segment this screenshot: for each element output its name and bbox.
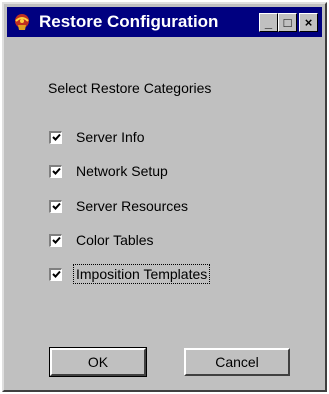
- checkbox[interactable]: [49, 164, 62, 178]
- checkbox-label[interactable]: Imposition Templates: [72, 264, 211, 284]
- checkbox-server-info[interactable]: Server Info: [49, 128, 146, 146]
- app-icon: [11, 11, 33, 33]
- section-label: Select Restore Categories: [48, 80, 212, 96]
- restore-configuration-window: Restore Configuration _ □ × Select Resto…: [2, 2, 327, 392]
- maximize-button[interactable]: □: [278, 12, 297, 32]
- title-bar-buttons: _ □ ×: [259, 12, 318, 32]
- checkbox-imposition-templates[interactable]: Imposition Templates: [49, 264, 211, 284]
- checkbox-network-setup[interactable]: Network Setup: [49, 162, 170, 180]
- checkmark-icon: [51, 236, 61, 244]
- checkmark-icon: [51, 202, 61, 210]
- window-title: Restore Configuration: [39, 12, 219, 31]
- checkbox-server-resources[interactable]: Server Resources: [49, 197, 190, 215]
- checkbox[interactable]: [49, 130, 62, 144]
- checkbox[interactable]: [49, 233, 62, 247]
- checkbox-label[interactable]: Color Tables: [74, 231, 156, 249]
- checkbox-color-tables[interactable]: Color Tables: [49, 231, 156, 249]
- checkbox-label[interactable]: Server Resources: [74, 197, 190, 215]
- checkbox[interactable]: [49, 267, 62, 281]
- checkbox[interactable]: [49, 199, 62, 213]
- ok-button[interactable]: OK: [49, 347, 147, 377]
- checkbox-label[interactable]: Server Info: [74, 128, 146, 146]
- close-button[interactable]: ×: [299, 12, 318, 32]
- checkmark-icon: [51, 167, 61, 175]
- checkbox-label[interactable]: Network Setup: [74, 162, 170, 180]
- cancel-button[interactable]: Cancel: [184, 348, 290, 376]
- minimize-button[interactable]: _: [259, 12, 278, 32]
- checkmark-icon: [51, 270, 61, 278]
- title-bar[interactable]: Restore Configuration _ □ ×: [7, 7, 322, 37]
- checkmark-icon: [51, 133, 61, 141]
